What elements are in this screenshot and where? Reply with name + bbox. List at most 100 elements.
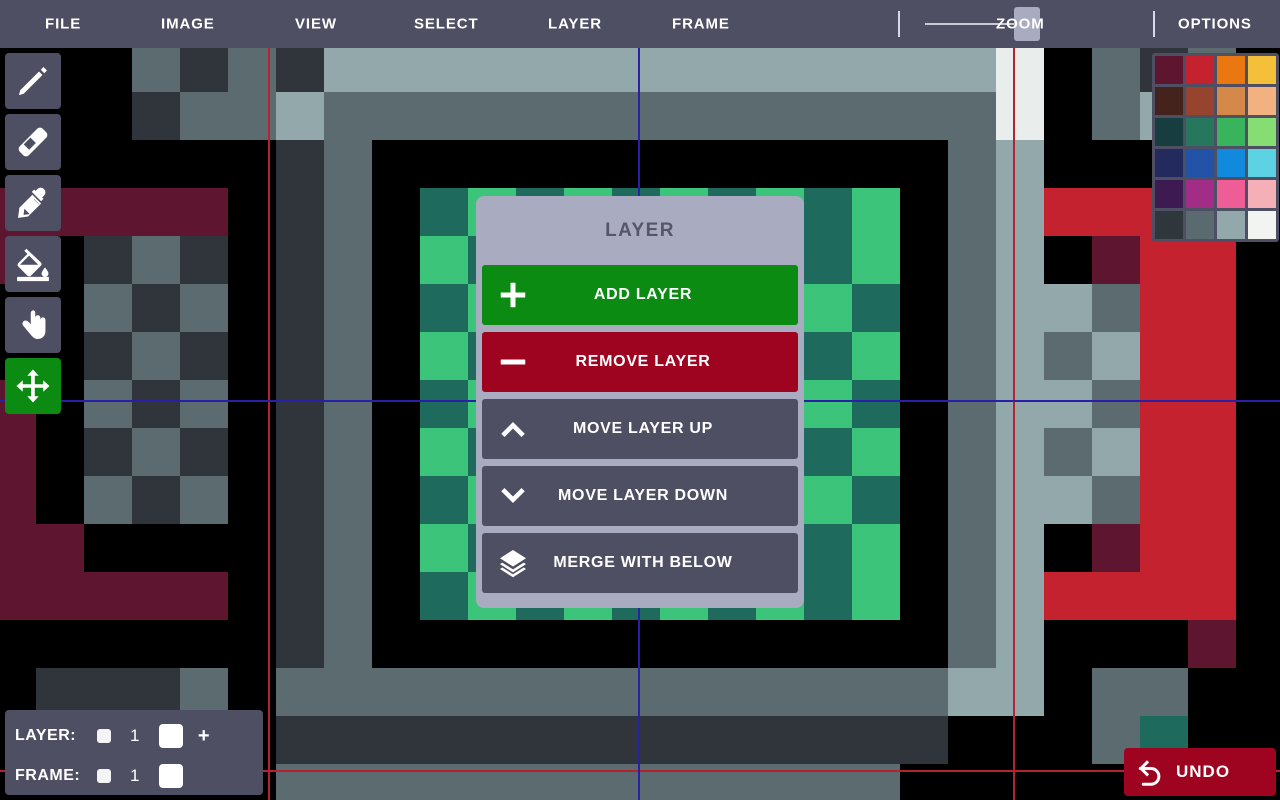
canvas-pixel[interactable] [276,620,324,668]
fill-tool[interactable] [5,236,61,292]
canvas-pixel[interactable] [996,428,1044,476]
canvas-pixel[interactable] [1092,476,1140,524]
canvas-pixel[interactable] [1140,428,1236,476]
canvas-pixel[interactable] [324,332,372,380]
canvas-pixel[interactable] [804,236,852,284]
canvas-pixel[interactable] [132,284,180,332]
canvas-pixel[interactable] [324,428,372,476]
canvas-pixel[interactable] [1044,380,1092,428]
canvas-pixel[interactable] [804,428,852,476]
canvas-pixel[interactable] [324,668,948,716]
color-swatch[interactable] [1248,56,1276,84]
canvas-pixel[interactable] [996,140,1044,188]
canvas-pixel[interactable] [948,380,996,428]
canvas-pixel[interactable] [1188,620,1236,668]
color-swatch[interactable] [1155,118,1183,146]
canvas-pixel[interactable] [948,572,996,620]
canvas-pixel[interactable] [324,140,372,188]
remove-layer-button[interactable]: REMOVE LAYER [482,332,798,392]
color-swatch[interactable] [1248,180,1276,208]
canvas-pixel[interactable] [1092,332,1140,380]
canvas-pixel[interactable] [276,236,324,284]
menu-item-select[interactable]: SELECT [414,16,479,33]
canvas-pixel[interactable] [276,668,324,716]
canvas-pixel[interactable] [420,572,468,620]
canvas-pixel[interactable] [276,92,324,140]
canvas-pixel[interactable] [948,236,996,284]
color-swatch[interactable] [1186,118,1214,146]
canvas-pixel[interactable] [996,332,1044,380]
canvas-pixel[interactable] [180,668,228,716]
eyedropper-tool[interactable] [5,175,61,231]
canvas-pixel[interactable] [996,380,1044,428]
canvas-pixel[interactable] [804,572,852,620]
canvas-pixel[interactable] [1140,476,1236,524]
color-swatch[interactable] [1186,180,1214,208]
color-swatch[interactable] [1248,118,1276,146]
canvas-pixel[interactable] [996,620,1044,668]
canvas-pixel[interactable] [84,236,132,284]
color-swatch[interactable] [1155,180,1183,208]
canvas-pixel[interactable] [1092,668,1140,716]
move-layer-up-button[interactable]: MOVE LAYER UP [482,399,798,459]
merge-with-below-button[interactable]: MERGE WITH BELOW [482,533,798,593]
canvas-pixel[interactable] [276,380,324,428]
canvas-pixel[interactable] [324,716,948,764]
canvas-pixel[interactable] [1092,92,1140,140]
canvas-pixel[interactable] [1140,380,1236,428]
canvas-pixel[interactable] [324,476,372,524]
canvas-pixel[interactable] [996,188,1044,236]
canvas-pixel[interactable] [804,284,852,332]
canvas-pixel[interactable] [852,332,900,380]
menu-item-file[interactable]: FILE [45,16,81,33]
canvas-pixel[interactable] [1140,332,1236,380]
canvas-pixel[interactable] [276,428,324,476]
canvas-pixel[interactable] [420,236,468,284]
canvas-pixel[interactable] [132,380,180,428]
canvas-pixel[interactable] [132,476,180,524]
canvas-pixel[interactable] [132,236,180,284]
canvas-pixel[interactable] [180,428,228,476]
canvas-pixel[interactable] [1044,476,1092,524]
canvas-pixel[interactable] [420,428,468,476]
canvas-pixel[interactable] [132,332,180,380]
hand-tool[interactable] [5,297,61,353]
canvas-pixel[interactable] [948,428,996,476]
canvas-pixel[interactable] [996,572,1044,620]
canvas-pixel[interactable] [0,572,228,620]
canvas-pixel[interactable] [276,476,324,524]
canvas-pixel[interactable] [36,668,84,716]
canvas-pixel[interactable] [420,524,468,572]
canvas-pixel[interactable] [948,284,996,332]
color-swatch[interactable] [1155,149,1183,177]
color-swatch[interactable] [1248,211,1276,239]
canvas-pixel[interactable] [852,380,900,428]
canvas-pixel[interactable] [420,332,468,380]
move-tool[interactable] [5,358,61,414]
canvas-pixel[interactable] [804,332,852,380]
canvas-pixel[interactable] [948,188,996,236]
canvas-pixel[interactable] [276,140,324,188]
canvas-pixel[interactable] [996,668,1044,716]
canvas-pixel[interactable] [948,92,996,140]
canvas-pixel[interactable] [180,380,228,428]
undo-button[interactable]: UNDO [1124,748,1276,796]
color-swatch[interactable] [1248,87,1276,115]
canvas-pixel[interactable] [804,476,852,524]
canvas-pixel[interactable] [276,48,324,92]
menu-item-options[interactable]: OPTIONS [1178,16,1252,33]
canvas-pixel[interactable] [1140,668,1188,716]
canvas-pixel[interactable] [1092,428,1140,476]
color-swatch[interactable] [1217,180,1245,208]
frame-visibility-toggle[interactable] [159,764,183,788]
add-layer-button[interactable]: ADD LAYER [482,265,798,325]
color-swatch[interactable] [1186,211,1214,239]
move-layer-down-button[interactable]: MOVE LAYER DOWN [482,466,798,526]
canvas-pixel[interactable] [180,92,228,140]
canvas-pixel[interactable] [1140,284,1236,332]
canvas-pixel[interactable] [948,668,996,716]
canvas-pixel[interactable] [1140,524,1236,572]
canvas-pixel[interactable] [948,332,996,380]
canvas-pixel[interactable] [996,48,1044,92]
menu-item-view[interactable]: VIEW [295,16,337,33]
